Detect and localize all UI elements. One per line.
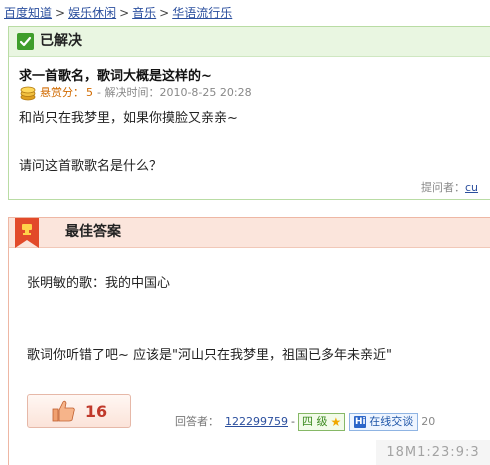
question-header: 已解决 (9, 27, 490, 57)
breadcrumb-home[interactable]: 百度知道 (4, 6, 52, 20)
breadcrumb-music[interactable]: 音乐 (132, 6, 156, 20)
question-body-line: 请问这首歌歌名是什么？ (19, 159, 163, 174)
hi-chat-icon: Hi (354, 416, 367, 428)
question-meta: 悬赏分： 5 - 解决时间： 2010-8-25 20:28 (19, 85, 252, 101)
truncated-text: 20 (421, 415, 436, 428)
star-icon: ★ (330, 415, 342, 429)
reward-value: 5 (86, 86, 93, 99)
asker-info: 提问者：cu (421, 179, 478, 195)
question-title: 求一首歌名，歌词大概是这样的~ (19, 69, 212, 84)
timestamp-watermark: 18M1:23:9:3 (376, 440, 490, 465)
online-chat-button[interactable]: Hi 在线交谈 (349, 413, 419, 431)
breadcrumb-separator: > (159, 6, 170, 20)
separator: - (291, 415, 295, 428)
breadcrumb-separator: > (119, 6, 130, 20)
resolved-status: 已解决 (40, 33, 82, 49)
thumbs-up-icon (52, 400, 75, 422)
breadcrumb-chinese-pop[interactable]: 华语流行乐 (172, 6, 232, 20)
breadcrumb-separator: > (55, 6, 66, 20)
asker-label: 提问者： (421, 181, 465, 194)
best-answer-header: 最佳答案 (9, 218, 490, 248)
best-answer-title: 最佳答案 (65, 224, 121, 240)
coin-icon (20, 86, 36, 101)
level-text: 四 级 (301, 415, 328, 428)
online-chat-label: 在线交谈 (369, 415, 414, 428)
user-level-badge[interactable]: 四 级 ★ (297, 413, 346, 431)
like-count: 16 (84, 401, 108, 421)
trophy-ribbon-icon (15, 218, 39, 248)
answerer-label: 回答者： (175, 415, 219, 428)
asker-name-link[interactable]: cu (465, 181, 478, 194)
resolve-time-value: 2010-8-25 20:28 (159, 86, 252, 99)
like-button[interactable]: 16 (27, 394, 131, 428)
check-icon (17, 33, 34, 50)
answerer-info: 回答者： 122299759 - 四 级 ★ Hi 在线交谈 20 (175, 412, 435, 432)
answer-text-line: 张明敏的歌：我的中国心 (27, 276, 171, 291)
breadcrumb-entertainment[interactable]: 娱乐休闲 (68, 6, 116, 20)
question-panel: 已解决 求一首歌名，歌词大概是这样的~ 悬赏分： 5 - 解决时间： 2010-… (8, 26, 490, 200)
answer-text-line: 歌词你听错了吧~ 应该是"河山只在我梦里，祖国已多年未亲近" (27, 348, 392, 363)
answerer-name-link[interactable]: 122299759 (225, 412, 288, 432)
reward-label: 悬赏分： (40, 86, 84, 99)
resolve-time-label: - 解决时间： (97, 86, 160, 99)
question-body-line: 和尚只在我梦里，如果你摸脸又亲亲~ (19, 111, 238, 126)
breadcrumb: 百度知道 > 娱乐休闲 > 音乐 > 华语流行乐 (4, 4, 232, 22)
best-answer-panel: 最佳答案 张明敏的歌：我的中国心 歌词你听错了吧~ 应该是"河山只在我梦里，祖国… (8, 217, 490, 465)
